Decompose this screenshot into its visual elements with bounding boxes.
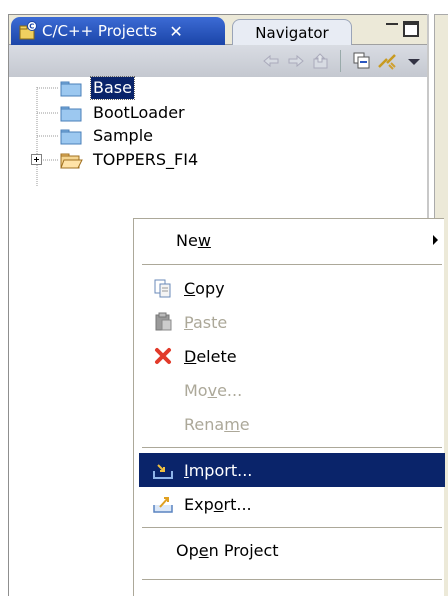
- import-icon: [152, 459, 174, 481]
- menu-item-label: Move...: [184, 380, 243, 400]
- minimize-icon[interactable]: [385, 21, 399, 35]
- context-menu: New Copy Paste Delete Move... Rename Imp…: [133, 218, 445, 596]
- menu-separator: [142, 527, 442, 529]
- menu-separator: [142, 264, 442, 266]
- menu-item-label: Copy: [184, 278, 225, 298]
- copy-icon: [152, 277, 174, 299]
- link-with-editor-icon[interactable]: [377, 51, 397, 71]
- folder-icon: [59, 126, 83, 146]
- toolbar-separator: [340, 50, 341, 72]
- menu-separator: [142, 579, 442, 581]
- menu-item-export[interactable]: Export...: [139, 487, 445, 521]
- maximize-icon[interactable]: [403, 21, 419, 37]
- back-arrow-icon[interactable]: [261, 51, 281, 71]
- menu-item-new[interactable]: New: [139, 223, 445, 257]
- view-menu-icon[interactable]: [404, 51, 424, 71]
- tree-item-label: Sample: [93, 126, 153, 145]
- tree-item-label: BootLoader: [93, 103, 185, 122]
- menu-item-delete[interactable]: Delete: [139, 339, 445, 373]
- svg-text:C: C: [29, 23, 34, 31]
- view-toolbar: [9, 45, 428, 77]
- tab-label: C/C++ Projects: [42, 22, 158, 40]
- folder-icon: [59, 103, 83, 123]
- menu-item-move: Move...: [139, 373, 445, 407]
- delete-icon: [152, 345, 174, 367]
- folder-icon: [59, 78, 83, 98]
- tree-item-label: TOPPERS_FI4: [93, 150, 199, 169]
- view-tab-bar: C C/C++ Projects ✕ Navigator: [9, 15, 428, 45]
- menu-item-label: New: [176, 230, 211, 250]
- menu-item-label: Open Project: [176, 540, 279, 560]
- collapse-all-icon[interactable]: [352, 51, 372, 71]
- menu-item-rename: Rename: [139, 407, 445, 441]
- forward-arrow-icon[interactable]: [286, 51, 306, 71]
- close-icon[interactable]: ✕: [167, 22, 185, 41]
- open-folder-icon: [59, 150, 83, 170]
- menu-item-import[interactable]: Import...: [139, 453, 445, 487]
- menu-item-copy[interactable]: Copy: [139, 271, 445, 305]
- menu-item-label: Export...: [184, 494, 252, 514]
- menu-item-label: Paste: [184, 312, 228, 332]
- expand-icon[interactable]: [31, 154, 42, 165]
- tab-cpp-projects[interactable]: C C/C++ Projects ✕: [11, 17, 225, 45]
- paste-icon: [152, 311, 174, 333]
- tab-navigator[interactable]: Navigator: [232, 19, 352, 45]
- tab-label: Navigator: [255, 23, 329, 42]
- menu-item-paste: Paste: [139, 305, 445, 339]
- cpp-projects-icon: C: [17, 20, 39, 42]
- export-icon: [152, 493, 174, 515]
- submenu-arrow-icon: [433, 235, 438, 245]
- menu-item-label: Delete: [184, 346, 237, 366]
- menu-item-open-project[interactable]: Open Project: [139, 533, 445, 567]
- menu-item-label: Rename: [184, 414, 250, 434]
- menu-separator: [142, 447, 442, 449]
- menu-item-label: Import...: [184, 460, 253, 480]
- tree-item-label: Base: [90, 76, 135, 100]
- up-folder-icon[interactable]: [311, 51, 331, 71]
